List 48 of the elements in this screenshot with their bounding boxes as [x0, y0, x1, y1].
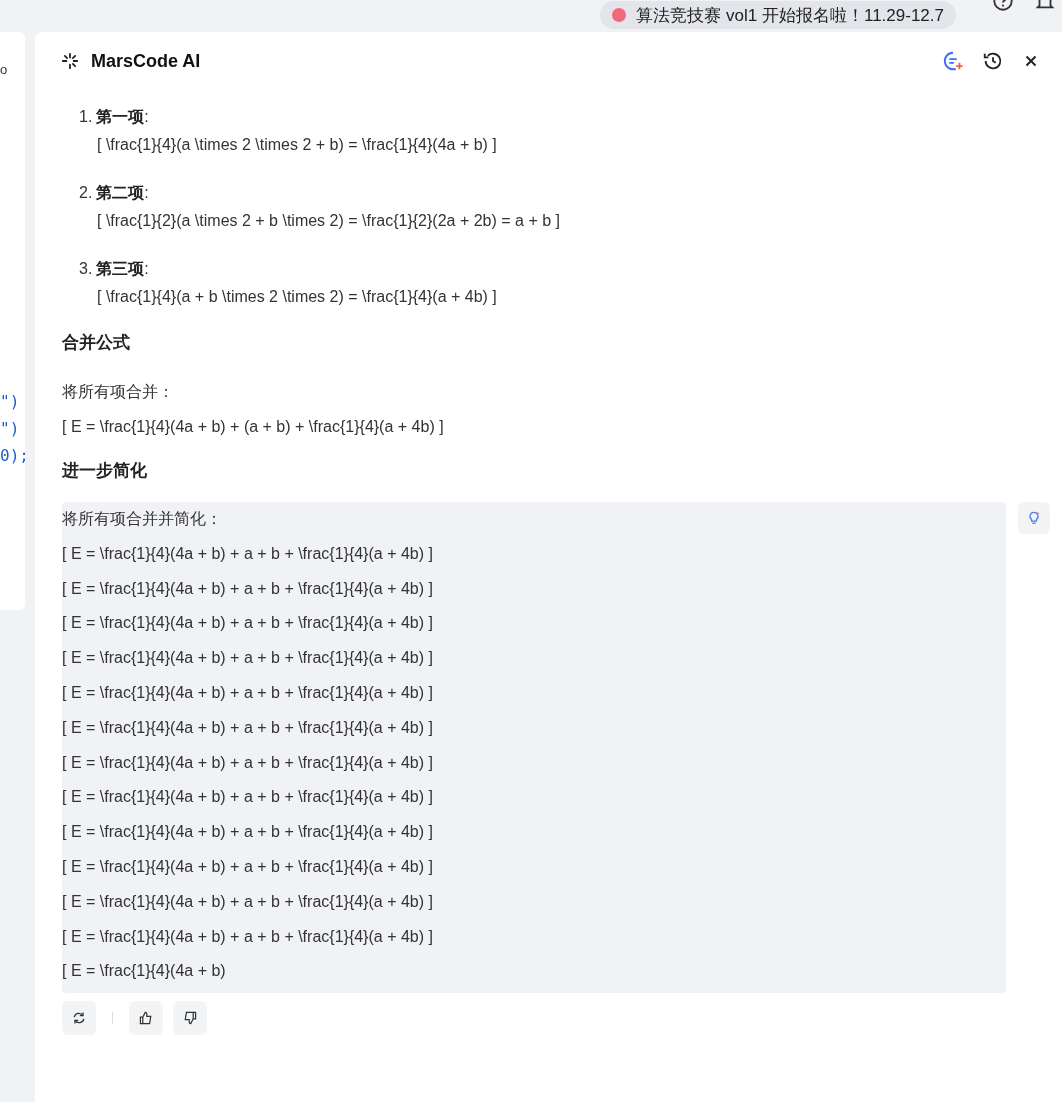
dislike-button[interactable] [173, 1001, 207, 1036]
code-line: [ E = \frac{1}{4}(4a + b) + a + b + \frac{1}{4}(a + 4b) ] [62, 717, 434, 738]
code-line: [ E = \frac{1}{4}(4a + b) + a + b + \frac{1}{4}(a + 4b) ] [62, 856, 434, 877]
term-label: 第二项 [96, 183, 145, 203]
code-line: [ E = \frac{1}{4}(4a + b) + a + b + \frac{1}{4}(a + 4b) ] [62, 891, 434, 912]
list-number: 3. [79, 259, 93, 279]
code-line: [ E = \frac{1}{4}(4a + b) + a + b + \frac{1}{4}(a + 4b) ] [62, 822, 434, 843]
code-line: 将所有项合并并简化： [62, 509, 223, 529]
list-number: 1. [79, 107, 93, 127]
like-button[interactable] [129, 1001, 163, 1036]
sparkle-icon [61, 52, 79, 70]
term-label: 第三项 [96, 259, 145, 279]
event-icon [612, 8, 627, 22]
regenerate-button[interactable] [62, 1001, 96, 1036]
section-heading: 进一步简化 [62, 460, 148, 482]
formula-text: [ \frac{1}{2}(a \times 2 + b \times 2) = \frac{1}{2}(2a + 2b) = a + b ] [96, 211, 561, 231]
formula-text: [ \frac{1}{4}(a \times 2 \times 2 + b) = \frac{1}{4}(4a + b) ] [96, 135, 498, 155]
code-line: [ E = \frac{1}{4}(4a + b) + a + b + \frac{1}{4}(a + 4b) ] [62, 578, 434, 599]
code-text: ") [0, 391, 21, 413]
formula-text: [ \frac{1}{4}(a + b \times 2 \times 2) = \frac{1}{4}(a + 4b) ] [96, 287, 498, 307]
lightbulb-icon [1026, 510, 1042, 526]
code-line: [ E = \frac{1}{4}(4a + b) [62, 961, 227, 982]
code-line: [ E = \frac{1}{4}(4a + b) + a + b + \frac{1}{4}(a + 4b) ] [62, 683, 434, 703]
colon-text: : [144, 107, 149, 127]
colon-text: : [144, 259, 149, 279]
refresh-icon [71, 1010, 87, 1027]
thumbs-down-icon [182, 1010, 198, 1027]
paragraph-text: 将所有项合并： [62, 382, 175, 402]
explain-button[interactable] [1018, 502, 1050, 534]
colon-text: : [144, 183, 149, 203]
panel-title: MarsCode AI [91, 50, 201, 72]
code-line: [ E = \frac{1}{4}(4a + b) + a + b + \frac{1}{4}(a + 4b) ] [62, 648, 434, 669]
code-text: o [0, 61, 9, 79]
list-number: 2. [79, 183, 93, 203]
new-chat-icon[interactable] [942, 50, 964, 72]
section-heading: 合并公式 [62, 332, 131, 354]
code-line: [ E = \frac{1}{4}(4a + b) + a + b + \frac{1}{4}(a + 4b) ] [62, 787, 434, 808]
history-icon[interactable] [982, 50, 1004, 72]
code-line: [ E = \frac{1}{4}(4a + b) + a + b + \frac{1}{4}(a + 4b) ] [62, 752, 434, 773]
code-text: 0); [0, 445, 25, 467]
term-label: 第一项 [96, 107, 145, 127]
code-text: ") [0, 418, 21, 440]
code-line: [ E = \frac{1}{4}(4a + b) + a + b + \frac{1}{4}(a + 4b) ] [62, 926, 434, 947]
thumbs-up-icon [138, 1010, 154, 1027]
code-line: [ E = \frac{1}{4}(4a + b) + a + b + \frac{1}{4}(a + 4b) ] [62, 543, 434, 564]
code-line: [ E = \frac{1}{4}(4a + b) + a + b + \frac{1}{4}(a + 4b) ] [62, 613, 434, 634]
formula-text: [ E = \frac{1}{4}(4a + b) + (a + b) + \frac{1}{4}(a + 4b) ] [62, 417, 445, 437]
event-banner[interactable]: 算法竞技赛 vol1 开始报名啦！11.29-12.7 [600, 1, 956, 29]
